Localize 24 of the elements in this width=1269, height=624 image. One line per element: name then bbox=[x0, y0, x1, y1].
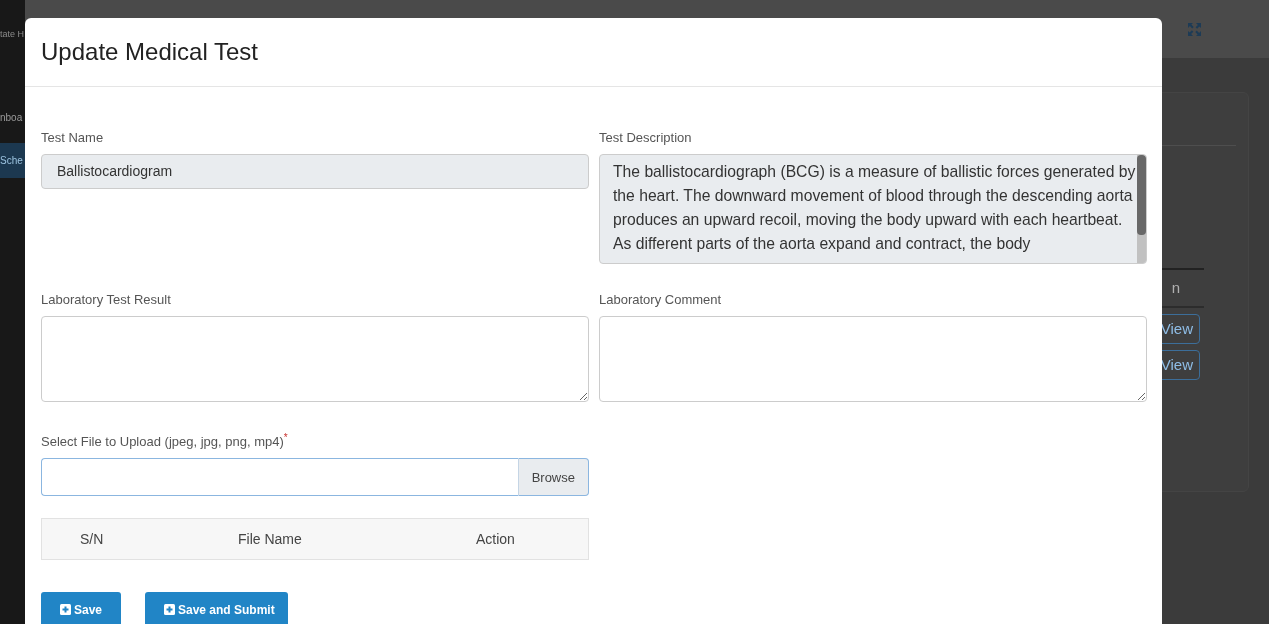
column-header: Action bbox=[476, 529, 515, 549]
modal-title: Update Medical Test bbox=[41, 37, 258, 67]
description-field[interactable]: The ballistocardiograph (BCG) is a measure of ballistic forces generated by the heart. The downward movement of blood through the descending aorta produces an upward recoil, moving the body upward with each heartbeat. As different parts of the aorta expand and contract, the body bbox=[599, 154, 1147, 264]
text-area[interactable] bbox=[599, 316, 1147, 402]
column-header: File Name bbox=[238, 529, 303, 549]
logo-text: tate H bbox=[0, 28, 25, 41]
field-label: Test Name bbox=[41, 130, 105, 146]
file-input-field[interactable] bbox=[41, 458, 518, 497]
expand-icon[interactable] bbox=[1188, 22, 1201, 36]
save-button[interactable]: Save bbox=[41, 592, 121, 624]
column-header: S/N bbox=[80, 529, 105, 549]
field-label: Test Description bbox=[599, 130, 693, 146]
plus-icon bbox=[60, 604, 71, 616]
scrollbar[interactable] bbox=[1137, 155, 1146, 263]
text-area[interactable] bbox=[41, 316, 589, 402]
plus-icon bbox=[164, 604, 175, 616]
text-field[interactable]: Ballistocardiogram bbox=[41, 154, 589, 189]
field-label: Laboratory Test Result bbox=[41, 292, 172, 308]
browse-button[interactable]: Browse bbox=[517, 458, 589, 497]
sidebar-item[interactable]: nboa bbox=[0, 101, 25, 133]
save-button[interactable]: Save and Submit bbox=[145, 592, 288, 624]
field-label: Select File to Upload (jpeg, jpg, png, mp4)$^{*}$ bbox=[41, 431, 289, 451]
sidebar-item[interactable]: Sche bbox=[0, 142, 25, 178]
field-label: Laboratory Comment bbox=[599, 292, 723, 308]
